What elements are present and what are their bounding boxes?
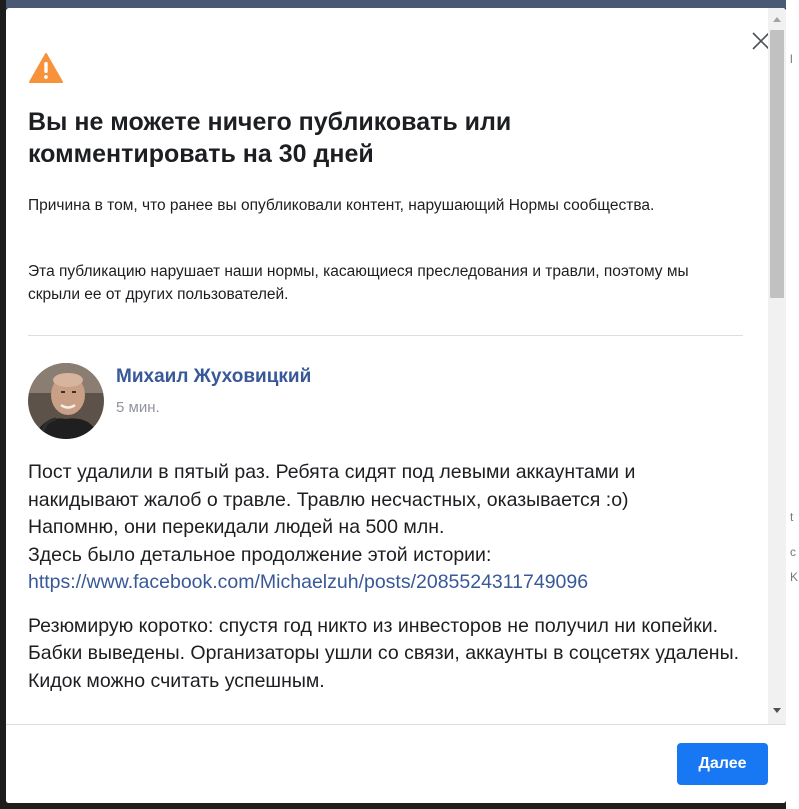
- background-text-fragment: c: [790, 545, 796, 559]
- dialog-footer: Далее: [6, 724, 786, 803]
- dialog-scroll-content[interactable]: Вы не можете ничего публиковать или комм…: [6, 8, 766, 724]
- background-text-fragment: t: [790, 510, 794, 524]
- background-page-right: [786, 0, 799, 809]
- post-text-line: накидывают жалоб о травле. Травлю несчас…: [28, 488, 629, 511]
- scroll-down-arrow-icon: [773, 708, 781, 713]
- post-paragraph: Пост удалили в пятый раз. Ребята сидят п…: [28, 459, 748, 597]
- background-text-fragment: l: [790, 52, 793, 66]
- scroll-up-button[interactable]: [768, 10, 786, 28]
- restriction-reason-text: Причина в том, что ранее вы опубликовали…: [28, 197, 655, 214]
- scroll-up-arrow-icon: [773, 17, 781, 22]
- scroll-down-button[interactable]: [768, 702, 786, 720]
- background-page-bottom: [0, 803, 799, 809]
- post-link[interactable]: https://www.facebook.com/Michaelzuh/post…: [28, 571, 588, 593]
- post-paragraph: Резюмирую коротко: спустя год никто из и…: [28, 614, 739, 692]
- warning-triangle-icon: [28, 52, 64, 84]
- violation-explanation-text: Эта публикацию нарушает наши нормы, каса…: [28, 263, 689, 303]
- scrollbar-thumb[interactable]: [770, 30, 784, 298]
- post-text-line: Здесь было детальное продолжение этой ис…: [28, 543, 492, 566]
- author-avatar[interactable]: [28, 363, 104, 439]
- vertical-scrollbar[interactable]: [768, 8, 786, 724]
- post-timestamp[interactable]: 5 мин.: [116, 399, 160, 416]
- post-author-name[interactable]: Михаил Жуховицкий: [116, 366, 311, 388]
- post-body: Пост удалили в пятый раз. Ребята сидят п…: [28, 459, 748, 711]
- dialog-title: Вы не можете ничего публиковать или комм…: [28, 108, 512, 168]
- background-text-fragment: K: [790, 570, 799, 584]
- section-divider: [28, 335, 743, 336]
- next-button[interactable]: Далее: [677, 743, 768, 785]
- post-text-line: Напомню, они перекидали людей на 500 млн…: [28, 516, 445, 538]
- post-text-line: Пост удалили в пятый раз. Ребята сидят п…: [28, 461, 636, 483]
- background-page-top: [0, 0, 799, 8]
- restriction-dialog: Вы не можете ничего публиковать или комм…: [6, 8, 786, 803]
